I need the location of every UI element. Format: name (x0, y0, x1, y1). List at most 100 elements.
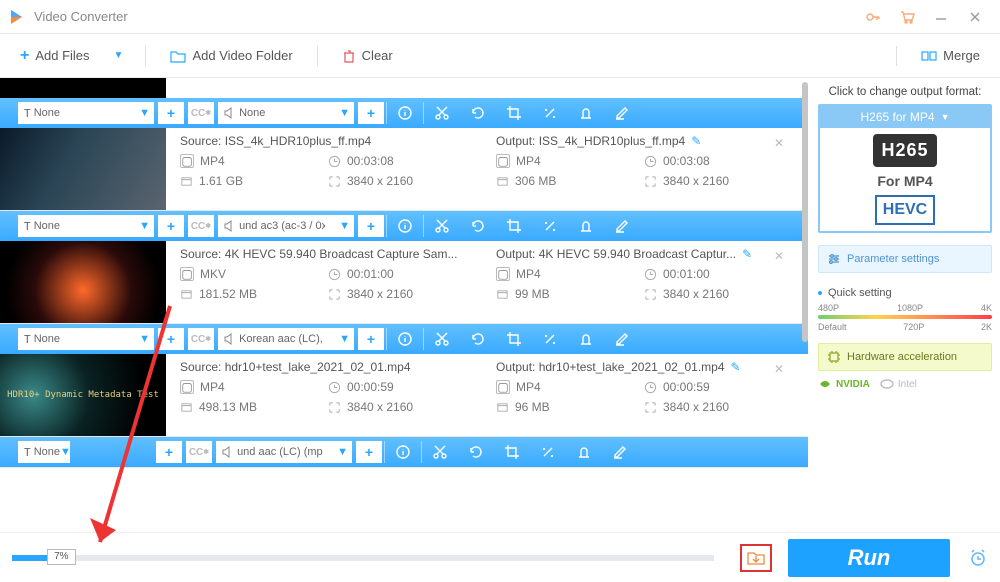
rotate-icon[interactable] (460, 98, 496, 128)
container-chip: ▢MP4 (180, 154, 300, 168)
add-audio-button[interactable]: + (356, 441, 382, 463)
output-format-selector[interactable]: H265 for MP4▼ H265 For MP4 HEVC (818, 104, 992, 233)
effect-icon[interactable] (532, 324, 568, 354)
progress-percent: 7% (47, 549, 75, 565)
cart-icon[interactable] (890, 0, 924, 34)
source-title: Source: hdr10+test_lake_2021_02_01.mp4 (180, 360, 486, 374)
add-files-button[interactable]: +Add Files (10, 34, 100, 77)
add-audio-button[interactable]: + (358, 328, 384, 350)
cc-button[interactable]: CC✱ (186, 441, 212, 463)
list-scrollbar[interactable] (802, 78, 808, 522)
info-icon[interactable] (385, 437, 421, 467)
duration-chip: 00:03:08 (328, 154, 448, 168)
run-button[interactable]: Run (788, 539, 950, 577)
edit-icon[interactable] (602, 437, 638, 467)
bottom-bar: 7% Run (0, 532, 1000, 582)
cc-button[interactable]: CC✱ (188, 328, 214, 350)
crop-icon[interactable] (496, 211, 532, 241)
edit-icon[interactable] (604, 98, 640, 128)
thumbnail[interactable] (0, 78, 166, 98)
audio-label: None (239, 107, 265, 119)
audio-select[interactable]: Korean aac (LC), 480▼ (218, 328, 354, 350)
remove-item-icon[interactable]: ✕ (774, 136, 784, 150)
edit-icon[interactable] (604, 211, 640, 241)
subtitle-select[interactable]: T None▼ (18, 328, 154, 350)
watermark-icon[interactable] (566, 437, 602, 467)
add-video-folder-button[interactable]: Add Video Folder (160, 34, 302, 77)
info-icon[interactable] (387, 98, 423, 128)
thumbnail[interactable] (0, 128, 166, 210)
cut-icon[interactable] (422, 437, 458, 467)
audio-select[interactable]: und ac3 (ac-3 / 0x332▼ (218, 215, 354, 237)
watermark-icon[interactable] (568, 211, 604, 241)
effect-icon[interactable] (530, 437, 566, 467)
gpu-row: NVIDIA Intel (818, 377, 992, 391)
window-close[interactable] (958, 0, 992, 34)
quick-setting-header: Quick setting (818, 287, 992, 299)
list-item: T None▼ + CC✱ und ac3 (ac-3 / 0x332▼ + (0, 211, 808, 324)
add-subtitle-button[interactable]: + (156, 441, 182, 463)
h265-badge: H265 (873, 134, 936, 167)
remove-item-icon[interactable]: ✕ (774, 249, 784, 263)
watermark-icon[interactable] (568, 98, 604, 128)
effect-icon[interactable] (532, 98, 568, 128)
parameter-settings-button[interactable]: Parameter settings (818, 245, 992, 273)
sliders-icon (827, 252, 841, 266)
rotate-icon[interactable] (460, 211, 496, 241)
window-minimize[interactable] (924, 0, 958, 34)
rotate-icon[interactable] (460, 324, 496, 354)
rename-icon[interactable]: ✎ (742, 247, 752, 261)
info-icon[interactable] (387, 211, 423, 241)
output-format-header: Click to change output format: (818, 86, 992, 98)
subtitle-select[interactable]: T None▼ (18, 441, 70, 463)
cut-icon[interactable] (424, 98, 460, 128)
add-folder-label: Add Video Folder (192, 48, 292, 63)
subtitle-select[interactable]: T None▼ (18, 102, 154, 124)
crop-icon[interactable] (494, 437, 530, 467)
add-files-label: Add Files (35, 48, 89, 63)
param-label: Parameter settings (847, 253, 939, 265)
source-title: Source: 4K HEVC 59.940 Broadcast Capture… (180, 247, 486, 261)
source-title: Source: ISS_4k_HDR10plus_ff.mp4 (180, 134, 486, 148)
key-icon[interactable] (856, 0, 890, 34)
effect-icon[interactable] (532, 211, 568, 241)
add-subtitle-button[interactable]: + (158, 102, 184, 124)
info-icon[interactable] (387, 324, 423, 354)
crop-icon[interactable] (496, 98, 532, 128)
subtitle-select[interactable]: T None▼ (18, 215, 154, 237)
add-audio-button[interactable]: + (358, 215, 384, 237)
add-files-chevron-icon[interactable]: ▼ (106, 50, 132, 61)
titlebar: Video Converter (0, 0, 1000, 34)
edit-icon[interactable] (604, 324, 640, 354)
hardware-accel-button[interactable]: Hardware acceleration (818, 343, 992, 371)
speaker-icon (224, 107, 236, 119)
cc-button[interactable]: CC✱ (188, 102, 214, 124)
add-subtitle-button[interactable]: + (158, 328, 184, 350)
for-mp4-label: For MP4 (877, 173, 932, 189)
audio-select[interactable]: None▼ (218, 102, 354, 124)
cut-icon[interactable] (424, 324, 460, 354)
list-item: T None▼ + CC✱ None▼ + (0, 78, 808, 211)
thumbnail[interactable]: HDR10+ Dynamic Metadata Test (0, 354, 166, 436)
main-toolbar: +Add Files ▼ Add Video Folder Clear Merg… (0, 34, 1000, 78)
crop-icon[interactable] (496, 324, 532, 354)
merge-button[interactable]: Merge (911, 34, 990, 77)
remove-item-icon[interactable]: ✕ (774, 362, 784, 376)
rotate-icon[interactable] (458, 437, 494, 467)
audio-select[interactable]: und aac (LC) (mp4a▼ (216, 441, 352, 463)
output-folder-button[interactable] (740, 544, 772, 572)
resolution-chip: 3840 x 2160 (328, 174, 448, 188)
cc-button[interactable]: CC✱ (188, 215, 214, 237)
thumbnail[interactable] (0, 241, 166, 323)
cut-icon[interactable] (424, 211, 460, 241)
add-subtitle-button[interactable]: + (158, 215, 184, 237)
rename-icon[interactable]: ✎ (731, 360, 741, 374)
alarm-icon[interactable] (968, 548, 988, 568)
clear-button[interactable]: Clear (332, 34, 403, 77)
output-folder-icon (747, 550, 765, 566)
rename-icon[interactable]: ✎ (691, 134, 701, 148)
subtitle-label: None (34, 107, 60, 119)
watermark-icon[interactable] (568, 324, 604, 354)
add-audio-button[interactable]: + (358, 102, 384, 124)
quick-setting-slider[interactable]: 480P1080P4K Default720P2K (818, 303, 992, 333)
